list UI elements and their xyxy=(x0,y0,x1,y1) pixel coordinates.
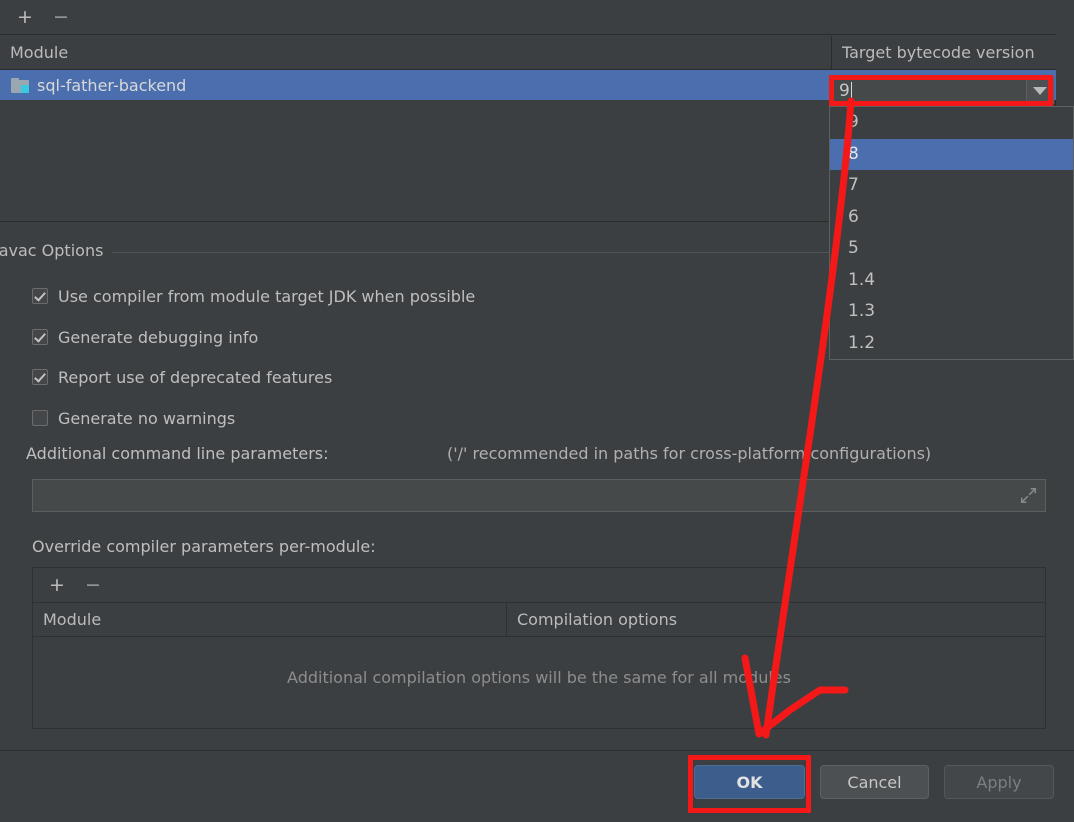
override-table-header: Module Compilation options xyxy=(33,603,1045,637)
apply-button[interactable]: Apply xyxy=(944,765,1054,799)
expand-arrows-icon[interactable] xyxy=(1020,487,1037,504)
dropdown-option-6[interactable]: 6 xyxy=(830,202,1073,234)
checkbox-label: Report use of deprecated features xyxy=(58,367,333,387)
cancel-button[interactable]: Cancel xyxy=(820,765,929,799)
checkbox-box[interactable] xyxy=(32,329,48,345)
remove-override-button[interactable]: − xyxy=(82,575,104,597)
checkbox-label: Generate debugging info xyxy=(58,327,259,347)
module-table-toolbar: + − xyxy=(0,0,1056,35)
dropdown-option-9[interactable]: 9 xyxy=(830,107,1073,139)
column-header-target-bytecode-version[interactable]: Target bytecode version xyxy=(831,36,1056,70)
module-table-header: Module Target bytecode version xyxy=(0,36,1056,70)
dropdown-option-1-3[interactable]: 1.3 xyxy=(830,296,1073,328)
remove-module-button[interactable]: − xyxy=(50,7,72,29)
checkbox-label: Generate no warnings xyxy=(58,408,236,428)
dropdown-option-1-2[interactable]: 1.2 xyxy=(830,328,1073,360)
override-table-toolbar: + − xyxy=(33,568,1045,603)
checkbox-label: Use compiler from module target JDK when… xyxy=(58,286,476,306)
checkbox-report-use-of-deprecated-features[interactable]: Report use of deprecated features xyxy=(32,367,332,387)
column-header-compilation-options[interactable]: Compilation options xyxy=(506,603,1045,637)
text-caret xyxy=(850,82,852,99)
checkbox-box[interactable] xyxy=(32,369,48,385)
column-header-module[interactable]: Module xyxy=(0,36,830,70)
additional-params-hint: ('/' recommended in paths for cross-plat… xyxy=(447,444,932,463)
javac-options-group-title: Javac Options xyxy=(0,241,113,260)
module-name-cell: sql-father-backend xyxy=(37,75,187,95)
override-compiler-parameters-label: Override compiler parameters per-module: xyxy=(32,537,376,556)
combo-value: 9 xyxy=(839,80,850,101)
footer-separator xyxy=(0,750,1074,751)
dropdown-option-7[interactable]: 7 xyxy=(830,170,1073,202)
additional-params-label: Additional command line parameters: xyxy=(26,444,329,463)
bytecode-version-dropdown-list[interactable]: 9 8 7 6 5 1.4 1.3 1.2 xyxy=(829,106,1074,360)
checkbox-box[interactable] xyxy=(32,410,48,426)
add-override-button[interactable]: + xyxy=(46,575,68,597)
combo-text-area[interactable]: 9 xyxy=(834,78,1026,103)
add-module-button[interactable]: + xyxy=(14,7,36,29)
column-header-module[interactable]: Module xyxy=(33,603,506,637)
checkbox-box[interactable] xyxy=(32,288,48,304)
bytecode-version-combobox[interactable]: 9 xyxy=(833,77,1054,104)
dropdown-option-8[interactable]: 8 xyxy=(830,138,1073,170)
checkbox-generate-no-warnings[interactable]: Generate no warnings xyxy=(32,408,235,428)
dropdown-option-1-4[interactable]: 1.4 xyxy=(830,265,1073,297)
override-table-empty-message: Additional compilation options will be t… xyxy=(287,668,791,687)
checkbox-generate-debugging-info[interactable]: Generate debugging info xyxy=(32,327,258,347)
bytecode-version-cell-editor: 9 xyxy=(831,74,1056,106)
additional-params-input[interactable] xyxy=(32,479,1046,512)
ok-button[interactable]: OK xyxy=(694,765,805,799)
module-folder-icon xyxy=(11,77,29,93)
override-compiler-parameters-table: + − Module Compilation options Additiona… xyxy=(32,567,1046,729)
chevron-down-icon[interactable] xyxy=(1026,78,1053,103)
checkbox-use-compiler-from-module-target-jdk[interactable]: Use compiler from module target JDK when… xyxy=(32,286,475,306)
dropdown-option-5[interactable]: 5 xyxy=(830,233,1073,265)
